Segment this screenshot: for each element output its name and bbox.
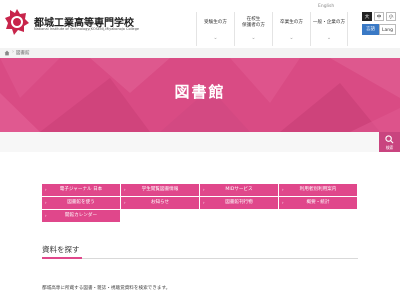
arrow-right-icon: › bbox=[282, 200, 284, 205]
school-name-en: National Institute of Technology(KOSEN),… bbox=[34, 27, 140, 31]
search-label: 検索 bbox=[385, 145, 394, 150]
nav-label: 在校生 保護者の方 bbox=[242, 17, 265, 28]
nav-label: 受験生の方 bbox=[204, 20, 227, 25]
arrow-right-icon: › bbox=[45, 213, 47, 218]
link-mid-service[interactable]: › MIDサービス bbox=[200, 184, 278, 196]
section-description: 都城高専に所蔵する図書・雑誌・視聴覚資料を検索できます。 bbox=[42, 286, 171, 291]
chevron-down-icon: ⌄ bbox=[213, 35, 218, 41]
breadcrumb-separator: › bbox=[12, 49, 14, 55]
link-use-library[interactable]: › 図書館を使う bbox=[42, 197, 120, 209]
nav-label: 卒業生の方 bbox=[280, 20, 303, 25]
language-switch: 言語 Lang bbox=[362, 24, 396, 35]
breadcrumb-current: 図書館 bbox=[16, 51, 30, 56]
nav-current-students[interactable]: 在校生 保護者の方 ⌄ bbox=[234, 12, 272, 46]
nav-graduates[interactable]: 卒業生の方 ⌄ bbox=[272, 12, 310, 46]
hero-banner: 図書館 bbox=[0, 58, 400, 132]
font-size-switch: 大 中 小 bbox=[362, 12, 396, 21]
arrow-right-icon: › bbox=[124, 187, 126, 192]
search-tab[interactable]: 検索 bbox=[379, 132, 400, 152]
english-link[interactable]: English bbox=[318, 4, 334, 9]
section-divider bbox=[42, 258, 358, 259]
link-calendar[interactable]: › 開館カレンダー bbox=[42, 210, 120, 222]
search-icon bbox=[385, 135, 394, 144]
library-links: › 電子ジャーナル 日本 › 学生閲覧図書情報 › MIDサービス › 利用者別利用案内… bbox=[42, 184, 358, 222]
breadcrumb: › 図書館 bbox=[0, 48, 400, 58]
nav-label: 一般・企業の方 bbox=[312, 20, 346, 25]
font-small-button[interactable]: 小 bbox=[386, 12, 396, 21]
arrow-right-icon: › bbox=[124, 200, 126, 205]
arrow-right-icon: › bbox=[203, 200, 205, 205]
link-news[interactable]: › お知らせ bbox=[121, 197, 199, 209]
link-publications[interactable]: › 図書館刊行物 bbox=[200, 197, 278, 209]
arrow-right-icon: › bbox=[45, 187, 47, 192]
font-medium-button[interactable]: 中 bbox=[374, 12, 384, 21]
link-student-reading[interactable]: › 学生閲覧図書情報 bbox=[121, 184, 199, 196]
language-button[interactable]: 言語 bbox=[362, 24, 379, 35]
link-user-guide[interactable]: › 利用者別利用案内 bbox=[279, 184, 357, 196]
section-divider-accent bbox=[42, 257, 82, 259]
content-band bbox=[0, 132, 400, 152]
chevron-down-icon: ⌄ bbox=[251, 35, 256, 41]
section-heading: 資料を探す bbox=[42, 245, 80, 254]
page-title: 図書館 bbox=[174, 83, 226, 101]
arrow-right-icon: › bbox=[45, 200, 47, 205]
chevron-down-icon: ⌄ bbox=[326, 35, 332, 41]
nav-prospective-students[interactable]: 受験生の方 ⌄ bbox=[196, 12, 234, 46]
chevron-down-icon: ⌄ bbox=[289, 35, 294, 41]
arrow-right-icon: › bbox=[203, 187, 205, 192]
link-e-journal[interactable]: › 電子ジャーナル 日本 bbox=[42, 184, 120, 196]
arrow-right-icon: › bbox=[282, 187, 284, 192]
nav-general-companies[interactable]: 一般・企業の方 ⌄ bbox=[310, 12, 348, 46]
main-nav: 受験生の方 ⌄ 在校生 保護者の方 ⌄ 卒業生の方 ⌄ 一般・企業の方 ⌄ bbox=[196, 12, 348, 46]
font-large-button[interactable]: 大 bbox=[362, 12, 372, 21]
page: 都城工業高等専門学校 National Institute of Technol… bbox=[0, 0, 400, 300]
lang-button[interactable]: Lang bbox=[379, 24, 396, 35]
site-header: 都城工業高等専門学校 National Institute of Technol… bbox=[0, 0, 400, 48]
school-logo[interactable] bbox=[4, 8, 30, 36]
link-overview-stats[interactable]: › 概要・統計 bbox=[279, 197, 357, 209]
home-icon[interactable] bbox=[4, 50, 10, 56]
